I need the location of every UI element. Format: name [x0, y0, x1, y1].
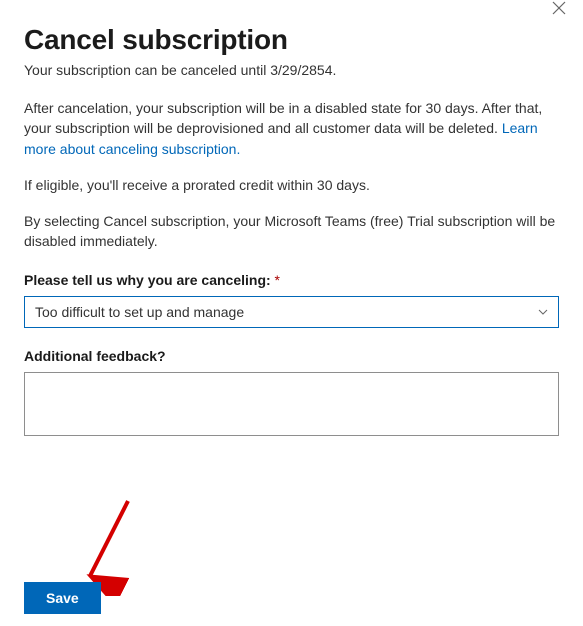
page-subtitle: Your subscription can be canceled until …	[24, 62, 559, 78]
reason-label: Please tell us why you are canceling: *	[24, 272, 559, 288]
cancel-subscription-panel: Cancel subscription Your subscription ca…	[0, 0, 583, 441]
reason-select-wrap: Too difficult to set up and manage	[24, 296, 559, 328]
arrow-annotation	[78, 496, 138, 596]
para-cancelation-info: After cancelation, your subscription wil…	[24, 98, 559, 159]
para-cancelation-text: After cancelation, your subscription wil…	[24, 100, 542, 136]
para-disable-info: By selecting Cancel subscription, your M…	[24, 211, 559, 252]
para-credit-info: If eligible, you'll receive a prorated c…	[24, 175, 559, 195]
reason-label-text: Please tell us why you are canceling:	[24, 272, 271, 288]
reason-select[interactable]: Too difficult to set up and manage	[24, 296, 559, 328]
feedback-label: Additional feedback?	[24, 348, 559, 364]
reason-select-value: Too difficult to set up and manage	[35, 304, 244, 320]
close-icon	[552, 1, 566, 15]
save-button[interactable]: Save	[24, 582, 101, 614]
page-title: Cancel subscription	[24, 24, 559, 56]
required-asterisk: *	[275, 272, 280, 288]
feedback-textarea[interactable]	[24, 372, 559, 436]
close-button[interactable]	[549, 0, 569, 18]
